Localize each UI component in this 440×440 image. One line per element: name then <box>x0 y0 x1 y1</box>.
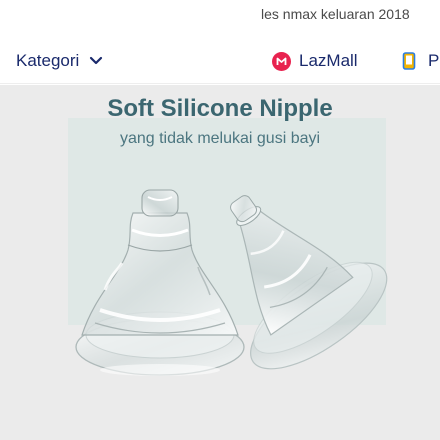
lazmall-link[interactable]: LazMall <box>272 38 358 84</box>
phone-icon <box>402 52 418 70</box>
nav-item-partial[interactable]: P <box>402 38 439 84</box>
chevron-down-icon <box>89 54 103 68</box>
search-suggestion-bar[interactable]: les nmax keluaran 2018 <box>0 0 440 38</box>
lazmall-badge-icon <box>272 51 291 71</box>
kategori-label: Kategori <box>16 51 80 70</box>
nipple-left <box>75 189 245 376</box>
search-suggestion-text[interactable]: les nmax keluaran 2018 <box>261 6 410 22</box>
lazmall-label: LazMall <box>299 51 358 70</box>
silicone-nipple-image <box>75 189 388 376</box>
kategori-dropdown[interactable]: Kategori <box>16 38 103 84</box>
category-navbar: Kategori LazMall P <box>0 38 440 84</box>
nav-item-partial-label: P <box>428 51 440 70</box>
product-banner[interactable]: Soft Silicone Nipple yang tidak melukai … <box>0 85 440 440</box>
